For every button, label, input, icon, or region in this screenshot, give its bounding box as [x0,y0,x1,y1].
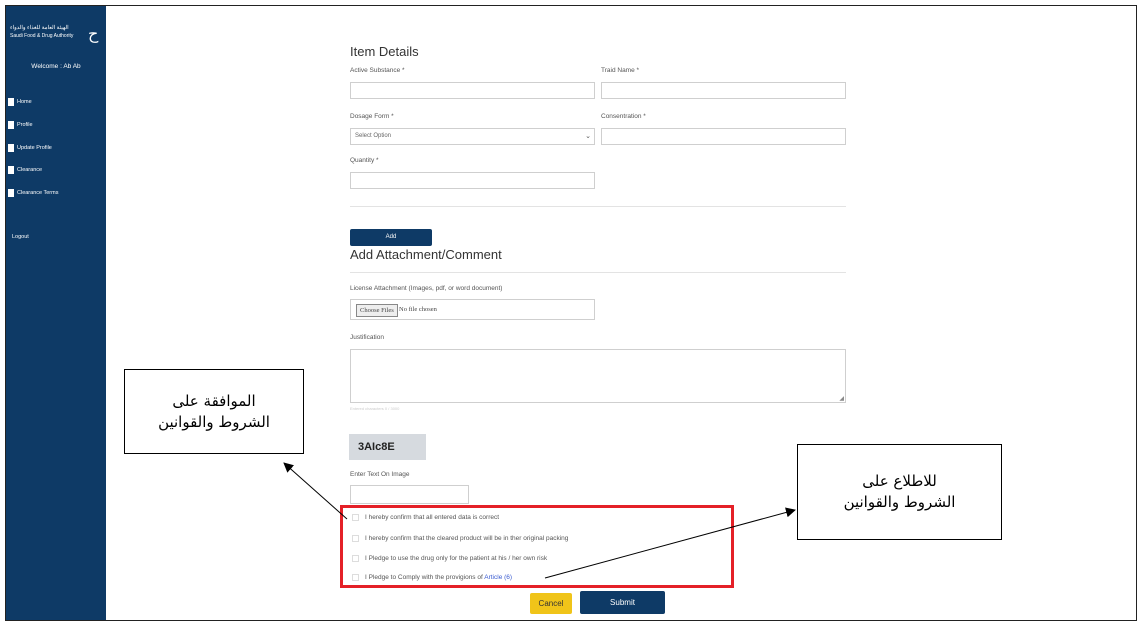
annotation-arrows [283,462,796,579]
accept-terms-arrow [283,462,348,520]
view-terms-arrow [544,507,796,579]
